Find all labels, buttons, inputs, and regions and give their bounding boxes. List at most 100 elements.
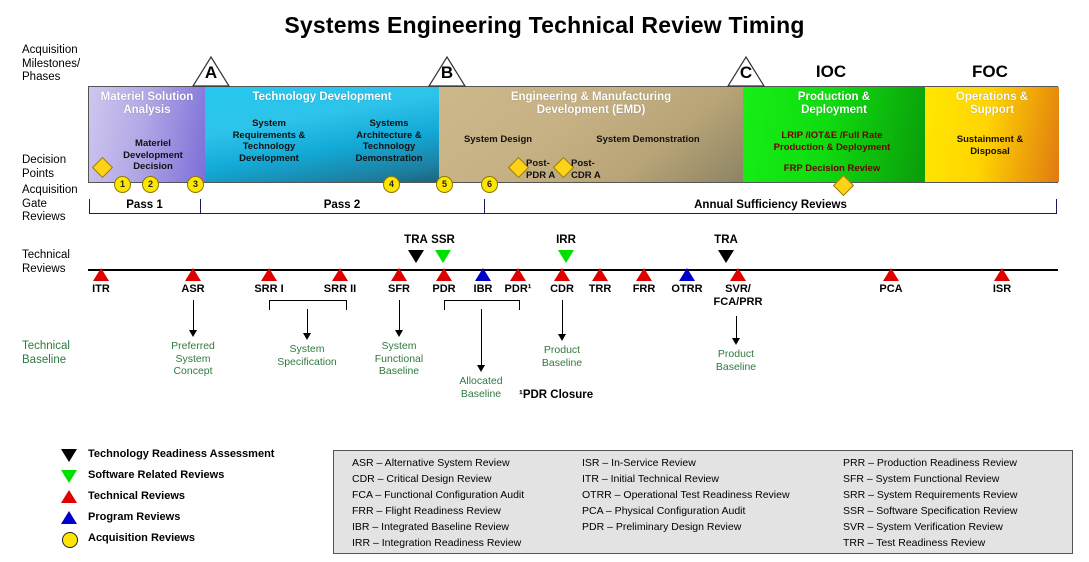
acronym-c2-2: OTRR – Operational Test Readiness Review bbox=[582, 489, 790, 501]
milestone-ioc: IOC bbox=[815, 62, 847, 81]
milestone-c[interactable]: C bbox=[727, 56, 765, 87]
legend-icon-technical-triangle-up-icon bbox=[61, 490, 77, 503]
review-marker-otrr[interactable] bbox=[679, 268, 695, 281]
page-title: Systems Engineering Technical Review Tim… bbox=[284, 12, 805, 38]
connector-cdr bbox=[562, 300, 563, 336]
connector-sfr bbox=[399, 300, 400, 332]
milestone-foc: FOC bbox=[972, 62, 1008, 81]
acronym-c1-3: FRR – Flight Readiness Review bbox=[352, 505, 501, 517]
marker-label-tra-2: TRA bbox=[714, 234, 738, 246]
review-marker-pdr[interactable] bbox=[436, 268, 452, 281]
acronym-c2-4: PDR – Preliminary Design Review bbox=[582, 521, 742, 533]
tra-triangle-1[interactable] bbox=[408, 250, 424, 263]
connector-cdr-arrow bbox=[558, 334, 566, 341]
review-marker-pca[interactable] bbox=[883, 268, 899, 281]
marker-label-irr: IRR bbox=[556, 234, 576, 246]
irr-triangle[interactable] bbox=[558, 250, 574, 263]
row-label-technical-reviews: Technical Reviews bbox=[22, 249, 70, 275]
connector-svr-arrow bbox=[732, 338, 740, 345]
review-marker-pdr-closure[interactable] bbox=[510, 268, 526, 281]
gate-circle-3[interactable]: 3 bbox=[187, 176, 204, 193]
acronym-c3-4: SVR – System Verification Review bbox=[843, 521, 1003, 533]
acronym-c3-3: SSR – Software Specification Review bbox=[843, 505, 1018, 517]
connector-asr bbox=[193, 300, 194, 332]
technical-review-axis bbox=[88, 269, 1058, 271]
baseline-preferred-system-concept: Preferred System Concept bbox=[171, 340, 215, 377]
milestone-a[interactable]: A bbox=[192, 56, 230, 87]
review-label-pca: PCA bbox=[879, 283, 903, 295]
acronym-c2-1: ITR – Initial Technical Review bbox=[582, 473, 719, 485]
milestone-label: A bbox=[204, 63, 218, 82]
legend-icon-software-triangle-down-icon bbox=[61, 470, 77, 483]
milestone-b[interactable]: B bbox=[428, 56, 466, 87]
connector-srr bbox=[307, 309, 308, 335]
footnote-pdr-closure: ¹PDR Closure bbox=[519, 389, 594, 401]
review-label-itr: ITR bbox=[92, 283, 110, 295]
sublabel-systems-architecture-technology-demonstration: Systems Architecture & Technology Demonstra… bbox=[355, 118, 423, 164]
legend-label-technical: Technical Reviews bbox=[88, 490, 186, 502]
review-marker-ibr[interactable] bbox=[475, 268, 491, 281]
review-marker-cdr[interactable] bbox=[554, 268, 570, 281]
connector-pdr-arrow bbox=[477, 365, 485, 372]
gate-circle-6[interactable]: 6 bbox=[481, 176, 498, 193]
sublabel-sustainment-disposal: Sustainment & Disposal bbox=[956, 134, 1024, 157]
pass-label-3: Annual Sufficiency Reviews bbox=[694, 199, 847, 211]
gate-circle-4[interactable]: 4 bbox=[383, 176, 400, 193]
tra-triangle-2[interactable] bbox=[718, 250, 734, 263]
label-post-cdr-a: Post- CDR A bbox=[571, 158, 601, 181]
review-marker-asr[interactable] bbox=[185, 268, 201, 281]
connector-sfr-arrow bbox=[395, 330, 403, 337]
review-marker-isr[interactable] bbox=[994, 268, 1010, 281]
review-marker-srr-ii[interactable] bbox=[332, 268, 348, 281]
legend-icon-tra-triangle-down-icon bbox=[61, 449, 77, 462]
acronym-c1-0: ASR – Alternative System Review bbox=[352, 457, 510, 469]
baseline-product-cdr: Product Baseline bbox=[541, 344, 583, 369]
baseline-product-svr: Product Baseline bbox=[715, 348, 757, 373]
acronym-c1-1: CDR – Critical Design Review bbox=[352, 473, 492, 485]
diagram-canvas: Systems Engineering Technical Review Tim… bbox=[0, 0, 1089, 562]
acronym-c2-0: ISR – In-Service Review bbox=[582, 457, 696, 469]
sublabel-system-demonstration: System Demonstration bbox=[596, 134, 700, 145]
connector-pdr bbox=[481, 309, 482, 367]
phase-title: Production & Deployment bbox=[797, 91, 871, 116]
sublabel-frp-decision-review: FRP Decision Review bbox=[783, 163, 881, 174]
baseline-system-functional: System Functional Baseline bbox=[374, 340, 424, 377]
label-post-pdr-a: Post- PDR A bbox=[526, 158, 556, 181]
marker-label-ssr: SSR bbox=[431, 234, 455, 246]
acronym-c2-3: PCA – Physical Configuration Audit bbox=[582, 505, 746, 517]
gate-circle-2[interactable]: 2 bbox=[142, 176, 159, 193]
legend-icon-program-triangle-up-icon bbox=[61, 511, 77, 524]
row-label-decision-points: Decision Points bbox=[22, 154, 67, 180]
gate-circle-1[interactable]: 1 bbox=[114, 176, 131, 193]
bracket-srr bbox=[269, 300, 347, 310]
baseline-system-specification: System Specification bbox=[277, 343, 337, 368]
review-label-isr: ISR bbox=[992, 283, 1012, 295]
connector-asr-arrow bbox=[189, 330, 197, 337]
review-marker-itr[interactable] bbox=[93, 268, 109, 281]
legend-label-acquisition: Acquisition Reviews bbox=[88, 532, 195, 544]
gate-circle-5[interactable]: 5 bbox=[436, 176, 453, 193]
legend-label-program: Program Reviews bbox=[88, 511, 181, 523]
review-marker-trr[interactable] bbox=[592, 268, 608, 281]
review-marker-srr-i[interactable] bbox=[261, 268, 277, 281]
review-label-svr-fca-prr: SVR/FCA/PRR bbox=[713, 283, 763, 308]
sublabel-system-requirements-technology-development: System Requirements & Technology Developmen… bbox=[232, 118, 306, 164]
row-label-technical-baseline: Technical Baseline bbox=[22, 340, 70, 366]
pass-label-2: Pass 2 bbox=[323, 199, 361, 211]
milestone-label: B bbox=[440, 63, 454, 82]
phase-title: Technology Development bbox=[252, 91, 392, 103]
acronym-c3-5: TRR – Test Readiness Review bbox=[843, 537, 986, 549]
review-marker-sfr[interactable] bbox=[391, 268, 407, 281]
legend-label-tra: Technology Readiness Assessment bbox=[88, 448, 275, 460]
review-marker-frr[interactable] bbox=[636, 268, 652, 281]
acronym-c3-0: PRR – Production Readiness Review bbox=[843, 457, 1017, 469]
row-label-acquisition: Acquisition Milestones/ Phases bbox=[22, 44, 81, 83]
acronym-c3-1: SFR – System Functional Review bbox=[843, 473, 1000, 485]
bracket-pdr bbox=[444, 300, 520, 310]
phase-title: Materiel Solution Analysis bbox=[100, 91, 194, 116]
review-marker-svr-fca-prr[interactable] bbox=[730, 268, 746, 281]
baseline-allocated: Allocated Baseline bbox=[459, 375, 503, 400]
legend-icon-acquisition-circle-icon bbox=[62, 532, 78, 548]
milestone-label: C bbox=[739, 63, 753, 82]
ssr-triangle[interactable] bbox=[435, 250, 451, 263]
